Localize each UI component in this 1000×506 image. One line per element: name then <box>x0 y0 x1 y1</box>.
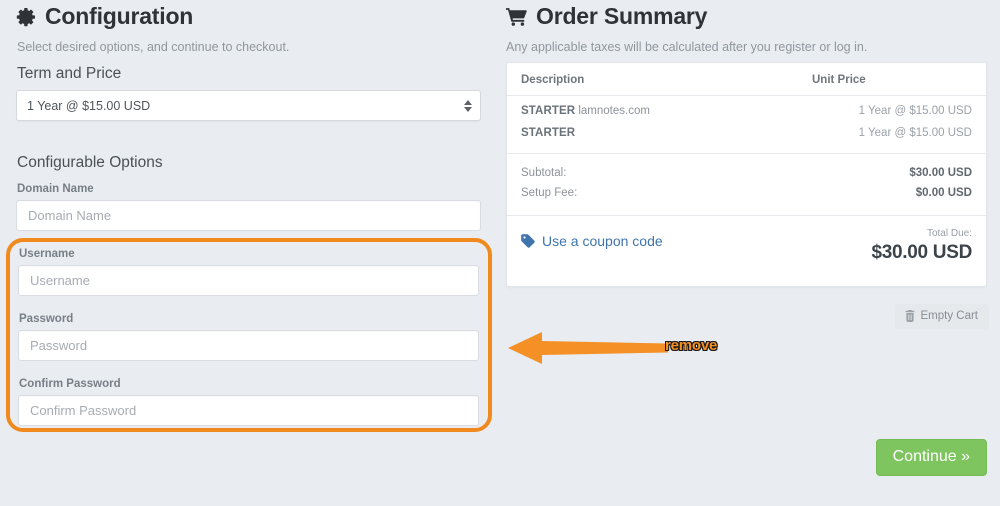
item-description: STARTER lamnotes.com <box>521 105 859 117</box>
annotation-remove-label: remove <box>665 337 718 354</box>
item-unit-price: 1 Year @ $15.00 USD <box>858 105 972 117</box>
configuration-title-text: Configuration <box>45 3 194 29</box>
confirm-password-input[interactable]: Confirm Password <box>18 395 479 426</box>
term-price-select[interactable]: 1 Year @ $15.00 USD <box>16 90 481 121</box>
trash-icon <box>905 310 915 322</box>
tag-icon <box>521 234 535 248</box>
use-coupon-code-link[interactable]: Use a coupon code <box>521 233 663 249</box>
table-row: STARTER 1 Year @ $15.00 USD <box>507 122 986 144</box>
subtotal-value: $30.00 USD <box>909 167 972 179</box>
domain-name-label: Domain Name <box>17 183 94 195</box>
item-description: STARTER <box>521 127 859 139</box>
confirm-password-label: Confirm Password <box>19 378 121 390</box>
order-summary-panel: Order Summary Any applicable taxes will … <box>498 0 1000 506</box>
username-input[interactable]: Username <box>18 265 479 296</box>
continue-button[interactable]: Continue » <box>875 439 987 476</box>
item-unit-price: 1 Year @ $15.00 USD <box>858 127 972 139</box>
order-summary-title-text: Order Summary <box>536 3 708 29</box>
setup-fee-label: Setup Fee: <box>521 187 578 199</box>
item-plan: STARTER <box>521 105 576 117</box>
order-summary-title: Order Summary <box>506 5 707 28</box>
column-header-description: Description <box>521 74 585 86</box>
table-row: STARTER lamnotes.com 1 Year @ $15.00 USD <box>507 100 986 122</box>
password-label: Password <box>19 313 74 325</box>
item-domain: lamnotes.com <box>578 105 650 117</box>
summary-table-header: Description Unit Price <box>507 63 986 96</box>
subtotal-row: Subtotal: $30.00 USD <box>507 163 986 183</box>
configuration-subtitle: Select desired options, and continue to … <box>17 40 290 54</box>
item-plan: STARTER <box>521 127 576 139</box>
setup-fee-value: $0.00 USD <box>915 187 972 199</box>
summary-items: STARTER lamnotes.com 1 Year @ $15.00 USD… <box>507 96 986 153</box>
domain-name-input[interactable]: Domain Name <box>16 200 481 231</box>
gear-icon <box>16 7 36 27</box>
username-label: Username <box>19 248 75 260</box>
use-coupon-code-label: Use a coupon code <box>542 233 663 249</box>
order-summary-subtitle: Any applicable taxes will be calculated … <box>506 40 868 54</box>
order-summary-card: Description Unit Price STARTER lamnotes.… <box>506 62 987 287</box>
total-due: Total Due: $30.00 USD <box>871 228 972 266</box>
subtotal-label: Subtotal: <box>521 167 567 179</box>
total-due-label: Total Due: <box>926 228 972 239</box>
shopping-cart-icon <box>506 7 527 26</box>
empty-cart-label: Empty Cart <box>920 310 978 322</box>
checkout-page: Configuration Select desired options, an… <box>0 0 1000 506</box>
coupon-and-total-row: Use a coupon code Total Due: $30.00 USD <box>507 215 986 286</box>
term-price-select-value[interactable]: 1 Year @ $15.00 USD <box>16 90 481 121</box>
empty-cart-button[interactable]: Empty Cart <box>895 304 989 329</box>
column-header-unit-price: Unit Price <box>812 74 866 86</box>
page-title: Configuration <box>16 5 193 28</box>
configuration-panel: Configuration Select desired options, an… <box>0 0 498 506</box>
configurable-options-heading: Configurable Options <box>17 154 163 171</box>
setup-fee-row: Setup Fee: $0.00 USD <box>507 183 986 203</box>
term-and-price-heading: Term and Price <box>17 65 122 82</box>
summary-totals: Subtotal: $30.00 USD Setup Fee: $0.00 US… <box>507 153 986 215</box>
total-due-amount: $30.00 USD <box>871 242 972 263</box>
password-input[interactable]: Password <box>18 330 479 361</box>
